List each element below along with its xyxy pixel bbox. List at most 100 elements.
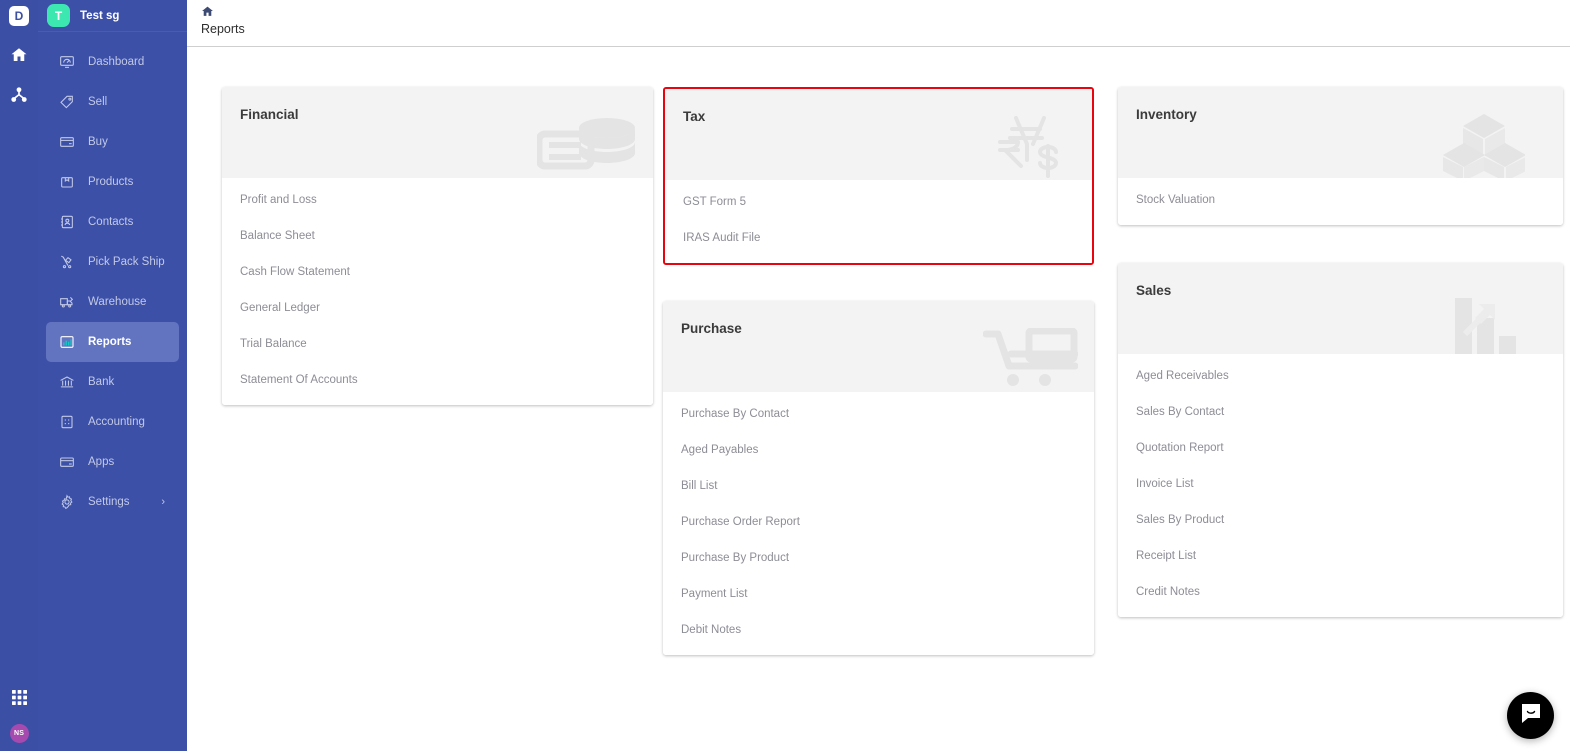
report-link[interactable]: Sales By Contact <box>1118 394 1563 430</box>
report-link[interactable]: Profit and Loss <box>222 182 653 218</box>
workspace-name: Test sg <box>80 10 119 22</box>
report-link[interactable]: Aged Payables <box>663 432 1094 468</box>
report-link[interactable]: Purchase Order Report <box>663 504 1094 540</box>
report-link[interactable]: Quotation Report <box>1118 430 1563 466</box>
report-link[interactable]: Debit Notes <box>663 612 1094 648</box>
sidebar-item-reports[interactable]: Reports <box>46 322 179 362</box>
network-icon[interactable] <box>8 84 30 106</box>
sidebar-item-label: Settings <box>88 496 130 508</box>
card-header: Purchase <box>663 301 1094 392</box>
shopping-cart-icon <box>983 328 1078 390</box>
sidebar-item-label: Accounting <box>88 416 145 428</box>
report-link[interactable]: Payment List <box>663 576 1094 612</box>
page-title: Reports <box>201 22 1570 36</box>
sidebar-item-label: Contacts <box>88 216 133 228</box>
bar-chart-icon <box>58 334 75 351</box>
tag-icon <box>58 94 75 111</box>
sidebar-item-contacts[interactable]: Contacts <box>46 202 179 242</box>
ledger-icon <box>58 414 75 431</box>
avatar[interactable]: NS <box>10 724 29 743</box>
app-root: D NS T Test sg <box>0 0 1570 751</box>
sidebar-item-bank[interactable]: Bank <box>46 362 179 402</box>
sidebar-item-label: Buy <box>88 136 108 148</box>
growth-chart-icon <box>1455 292 1525 354</box>
trolley-icon <box>58 254 75 271</box>
report-link[interactable]: Balance Sheet <box>222 218 653 254</box>
sidebar-item-label: Apps <box>88 456 114 468</box>
sidebar-item-label: Dashboard <box>88 56 144 68</box>
report-card-sales: Sales Aged Receivables <box>1118 263 1563 617</box>
sidebar-item-warehouse[interactable]: Warehouse <box>46 282 179 322</box>
sidebar-item-products[interactable]: Products <box>46 162 179 202</box>
workspace-switcher[interactable]: T Test sg <box>38 0 187 32</box>
report-link[interactable]: GST Form 5 <box>665 184 1092 220</box>
sidebar-item-buy[interactable]: Buy <box>46 122 179 162</box>
card-title: Financial <box>240 107 653 122</box>
chat-bubble-icon <box>1519 701 1543 730</box>
sidebar-item-label: Warehouse <box>88 296 146 308</box>
sidebar-item-label: Pick Pack Ship <box>88 256 165 268</box>
report-link[interactable]: IRAS Audit File <box>665 220 1092 256</box>
board-column-2: Tax GST Form 5 IRAS Audit File <box>642 87 1097 683</box>
report-link[interactable]: Receipt List <box>1118 538 1563 574</box>
card-icon <box>58 134 75 151</box>
report-card-inventory: Inventory <box>1118 87 1563 225</box>
report-link[interactable]: Aged Receivables <box>1118 358 1563 394</box>
sidebar-item-label: Reports <box>88 336 131 348</box>
sidebar-item-settings[interactable]: Settings › <box>46 482 179 522</box>
chat-launcher-button[interactable] <box>1507 692 1554 739</box>
report-link[interactable]: Purchase By Contact <box>663 396 1094 432</box>
card-title: Tax <box>683 109 1092 124</box>
bank-icon <box>58 374 75 391</box>
report-card-tax: Tax GST Form 5 IRAS Audit File <box>663 87 1094 265</box>
card-links: GST Form 5 IRAS Audit File <box>665 184 1092 263</box>
grid-icon[interactable] <box>9 687 29 707</box>
sidebar-item-accounting[interactable]: Accounting <box>46 402 179 442</box>
card-header: Financial <box>222 87 653 178</box>
report-link[interactable]: Credit Notes <box>1118 574 1563 610</box>
home-icon[interactable] <box>201 5 214 18</box>
chevron-right-icon: › <box>161 496 165 508</box>
card-header: Tax <box>665 89 1092 180</box>
report-link[interactable]: Trial Balance <box>222 326 653 362</box>
sidebar: T Test sg Dashboard Sell <box>38 0 187 751</box>
sidebar-item-label: Sell <box>88 96 107 108</box>
sidebar-item-label: Bank <box>88 376 114 388</box>
card-links: Stock Valuation <box>1118 182 1563 225</box>
report-link[interactable]: Cash Flow Statement <box>222 254 653 290</box>
report-card-financial: Financial <box>222 87 653 405</box>
report-link[interactable]: Statement Of Accounts <box>222 362 653 398</box>
money-stack-icon <box>537 114 637 176</box>
app-logo[interactable]: D <box>9 6 29 26</box>
sidebar-nav: Dashboard Sell Buy <box>38 32 187 522</box>
sidebar-item-apps[interactable]: Apps <box>46 442 179 482</box>
card-title: Inventory <box>1136 107 1563 122</box>
rail-bottom-group: NS <box>0 687 38 751</box>
report-link[interactable]: Sales By Product <box>1118 502 1563 538</box>
sidebar-item-dashboard[interactable]: Dashboard <box>46 42 179 82</box>
dashboard-icon <box>58 54 75 71</box>
card-links: Aged Receivables Sales By Contact Quotat… <box>1118 358 1563 617</box>
card-links: Purchase By Contact Aged Payables Bill L… <box>663 396 1094 655</box>
truck-icon <box>58 294 75 311</box>
report-link[interactable]: Purchase By Product <box>663 540 1094 576</box>
board-column-3: Inventory <box>1097 87 1552 683</box>
apps-icon <box>58 454 75 471</box>
sidebar-item-sell[interactable]: Sell <box>46 82 179 122</box>
workspace-badge: T <box>47 4 70 27</box>
card-title: Sales <box>1136 283 1563 298</box>
gear-icon <box>58 494 75 511</box>
contacts-icon <box>58 214 75 231</box>
report-link[interactable]: Stock Valuation <box>1118 182 1563 218</box>
report-link[interactable]: Invoice List <box>1118 466 1563 502</box>
board-column-1: Financial <box>187 87 642 683</box>
card-links: Profit and Loss Balance Sheet Cash Flow … <box>222 182 653 405</box>
home-icon[interactable] <box>8 44 30 66</box>
main-content: Reports Financial <box>187 0 1570 751</box>
icon-rail: D NS <box>0 0 38 751</box>
card-title: Purchase <box>681 321 1094 336</box>
report-link[interactable]: General Ledger <box>222 290 653 326</box>
sidebar-item-pick-pack-ship[interactable]: Pick Pack Ship <box>46 242 179 282</box>
card-header: Inventory <box>1118 87 1563 178</box>
report-link[interactable]: Bill List <box>663 468 1094 504</box>
